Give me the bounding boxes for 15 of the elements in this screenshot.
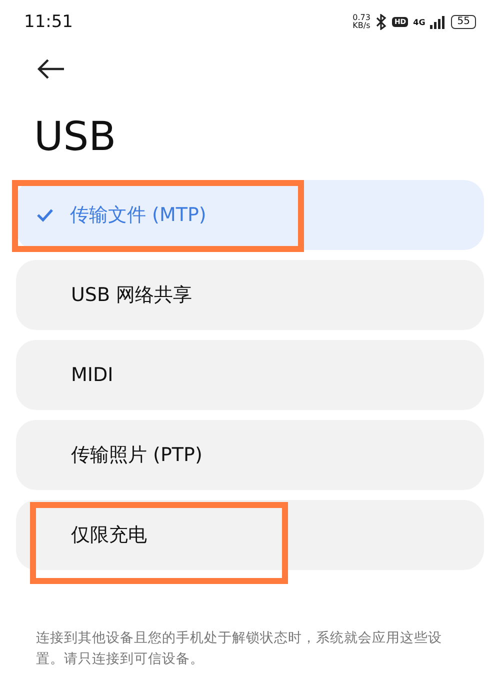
usb-mode-option[interactable]: 传输文件 (MTP) (16, 180, 484, 250)
check-icon (36, 208, 54, 222)
page-title: USB (34, 114, 118, 162)
usb-mode-option[interactable]: 仅限充电 (16, 500, 484, 570)
bluetooth-icon (375, 14, 388, 30)
network-speed: 0.73 KB/s (352, 14, 370, 30)
usb-mode-option[interactable]: 传输照片 (PTP) (16, 420, 484, 490)
usb-mode-option[interactable]: MIDI (16, 340, 484, 410)
usb-info-text: 连接到其他设备且您的手机处于解锁状态时，系统就会应用这些设置。请只连接到可信设备。 (36, 629, 443, 669)
network-type: 4G (413, 18, 426, 26)
back-arrow-icon[interactable] (36, 58, 66, 80)
battery-indicator: 55 (451, 15, 476, 29)
signal-icon (430, 16, 446, 28)
usb-mode-option[interactable]: USB 网络共享 (16, 260, 484, 330)
status-time: 11:51 (24, 12, 73, 32)
